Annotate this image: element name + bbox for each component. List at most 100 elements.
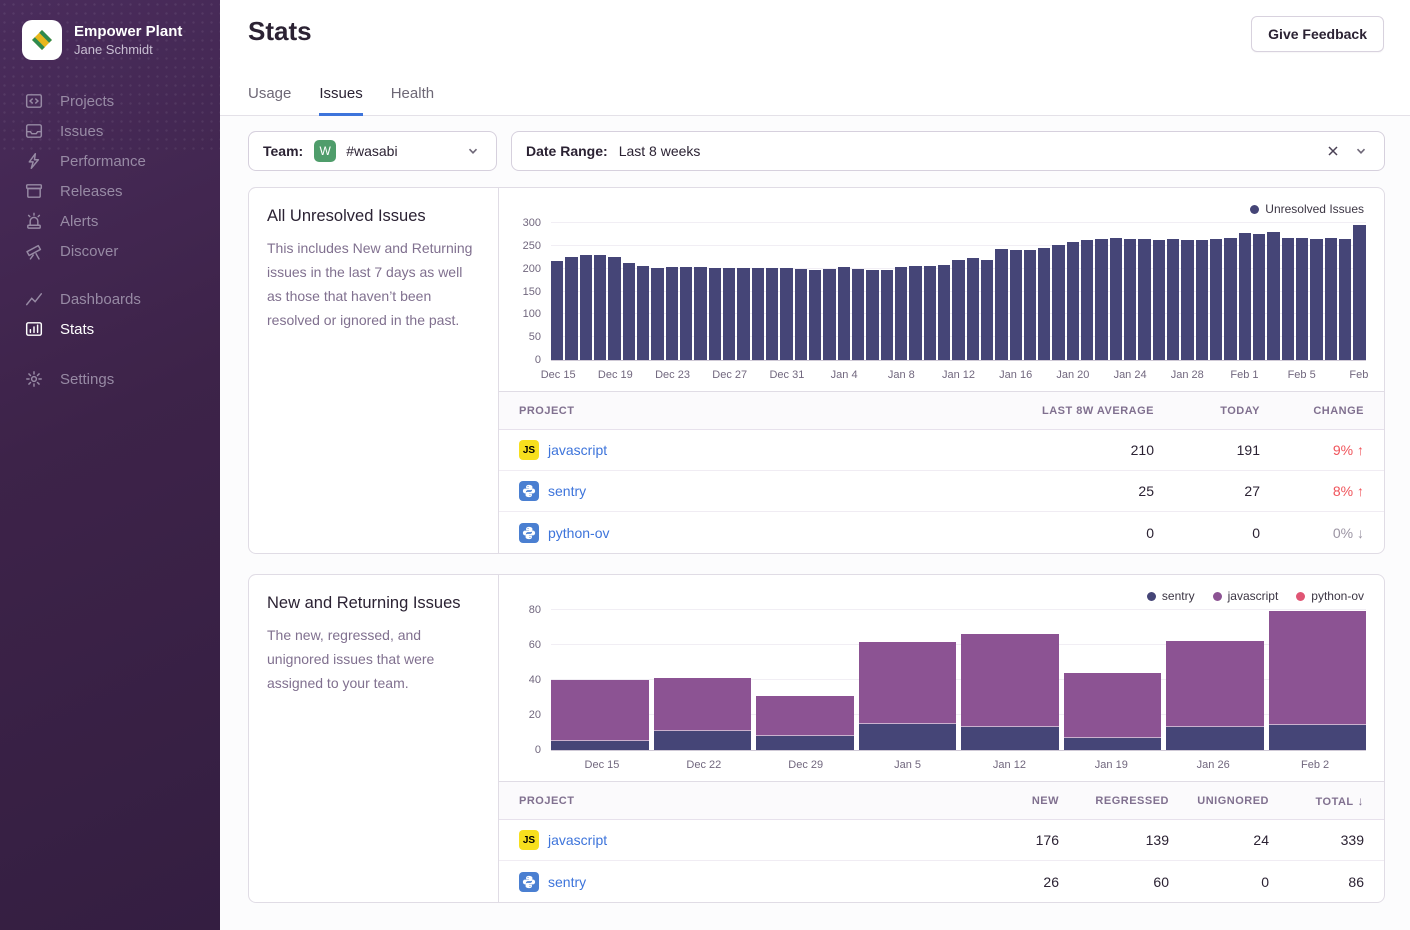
project-link[interactable]: sentry [548, 874, 586, 890]
team-filter[interactable]: Team: W #wasabi [248, 131, 497, 171]
python-logo-icon [522, 484, 536, 498]
legend-item-javascript[interactable]: javascript [1213, 589, 1279, 603]
sidebar-item-performance[interactable]: Performance [0, 146, 220, 176]
bar [1353, 225, 1365, 360]
bar [981, 260, 993, 360]
tab-bar: Usage Issues Health [248, 85, 434, 116]
value-cell: 24 [1169, 832, 1269, 848]
y-axis-tick: 40 [501, 674, 541, 686]
x-axis-tick: Jan 12 [993, 759, 1026, 771]
column-header-today: TODAY [1154, 405, 1260, 417]
panel-description-column: All Unresolved Issues This includes New … [249, 188, 499, 553]
column-header-unignored[interactable]: UNIGNORED [1169, 795, 1269, 807]
sidebar-item-releases[interactable]: Releases [0, 176, 220, 206]
chart-legend: Unresolved Issues [509, 198, 1366, 220]
x-axis-tick: Feb 5 [1288, 369, 1316, 381]
project-link[interactable]: sentry [548, 483, 586, 499]
column-header-project[interactable]: PROJECT [519, 795, 909, 807]
stacked-bar [961, 634, 1059, 750]
project-link[interactable]: javascript [548, 442, 607, 458]
panel-new-returning-issues: New and Returning Issues The new, regres… [248, 574, 1385, 903]
project-cell: sentry [519, 481, 954, 501]
column-header-last-8w-average: LAST 8W AVERAGE [954, 405, 1154, 417]
bar-segment-javascript [756, 696, 854, 736]
value-cell: 210 [954, 442, 1154, 458]
column-header-total[interactable]: TOTAL ↓ [1269, 794, 1364, 808]
python-icon [519, 481, 539, 501]
new-returning-issues-chart: sentryjavascriptpython-ov020406080Dec 15… [499, 575, 1384, 781]
y-axis-tick: 50 [501, 331, 541, 343]
gridline: 300 [551, 222, 1366, 223]
stacked-bar [654, 678, 752, 750]
bar [795, 269, 807, 360]
x-axis-tick: Dec 31 [769, 369, 804, 381]
discover-icon [25, 242, 43, 260]
team-filter-value: #wasabi [346, 143, 397, 159]
project-link[interactable]: python-ov [548, 525, 609, 541]
sidebar-item-projects[interactable]: Projects [0, 86, 220, 116]
x-axis-tick: Jan 26 [1197, 759, 1230, 771]
sidebar-item-dashboards[interactable]: Dashboards [0, 284, 220, 314]
stacked-bar [859, 642, 957, 750]
tab-health[interactable]: Health [391, 85, 434, 116]
bar [995, 249, 1007, 360]
column-header-project: PROJECT [519, 405, 954, 417]
app-root: Empower Plant Jane Schmidt ProjectsIssue… [0, 0, 1410, 930]
bar [1124, 239, 1136, 360]
sidebar-item-discover[interactable]: Discover [0, 236, 220, 266]
x-axis: Dec 15Dec 19Dec 23Dec 27Dec 31Jan 4Jan 8… [551, 361, 1366, 391]
legend-item-sentry[interactable]: sentry [1147, 589, 1195, 603]
y-axis-tick: 0 [501, 354, 541, 366]
filter-bar: Team: W #wasabi Date Range: Last 8 weeks [248, 131, 1385, 171]
sidebar-item-stats[interactable]: Stats [0, 314, 220, 344]
bar [752, 268, 764, 360]
legend-label: python-ov [1311, 589, 1364, 603]
bar [666, 267, 678, 360]
sidebar-item-settings[interactable]: Settings [0, 364, 220, 394]
legend-item-python-ov[interactable]: python-ov [1296, 589, 1364, 603]
sidebar-item-label: Performance [60, 153, 146, 170]
org-switcher[interactable]: Empower Plant Jane Schmidt [0, 0, 220, 60]
stacked-bar [551, 680, 649, 750]
x-axis-tick: Jan 28 [1171, 369, 1204, 381]
give-feedback-button[interactable]: Give Feedback [1251, 16, 1384, 52]
dashboards-icon [25, 290, 43, 308]
page-title: Stats [248, 16, 312, 47]
value-cell: 139 [1059, 832, 1169, 848]
bar [895, 267, 907, 360]
bar-segment-javascript [1064, 673, 1162, 738]
performance-icon [25, 152, 43, 170]
clear-date-icon[interactable] [1324, 142, 1342, 160]
bar [1038, 248, 1050, 360]
table-row-sentry: sentry25278% ↑ [499, 471, 1384, 512]
new-returning-issues-table: PROJECTNEWREGRESSEDUNIGNOREDTOTAL ↓ JSjav… [499, 781, 1384, 902]
sidebar-item-alerts[interactable]: Alerts [0, 206, 220, 236]
x-axis-tick: Feb [1349, 369, 1368, 381]
python-logo-icon [522, 875, 536, 889]
tab-usage[interactable]: Usage [248, 85, 291, 116]
value-cell: 0 [1169, 874, 1269, 890]
project-cell: JS javascript [519, 440, 954, 460]
legend-dot-icon [1147, 592, 1156, 601]
project-link[interactable]: javascript [548, 832, 607, 848]
tab-issues[interactable]: Issues [319, 85, 362, 116]
date-range-filter[interactable]: Date Range: Last 8 weeks [511, 131, 1385, 171]
column-header-new[interactable]: NEW [909, 795, 1059, 807]
x-axis-tick: Jan 16 [999, 369, 1032, 381]
x-axis-tick: Jan 20 [1056, 369, 1089, 381]
unresolved-issues-table: PROJECTLAST 8W AVERAGETODAYCHANGEJSjavas… [499, 391, 1384, 553]
bar [651, 268, 663, 360]
sidebar-group: DashboardsStats [0, 284, 220, 344]
js-icon: JS [519, 440, 539, 460]
legend-item-unresolved-issues[interactable]: Unresolved Issues [1250, 202, 1364, 216]
column-header-regressed[interactable]: REGRESSED [1059, 795, 1169, 807]
x-axis-tick: Jan 19 [1095, 759, 1128, 771]
sidebar-item-issues[interactable]: Issues [0, 116, 220, 146]
bar [1325, 238, 1337, 360]
alerts-icon [25, 212, 43, 230]
sidebar-item-label: Discover [60, 243, 118, 260]
bar-segment-sentry [1166, 727, 1264, 750]
bar [1081, 240, 1093, 360]
table-row-javascript: JSjavascript17613924339 [499, 820, 1384, 861]
python-icon [519, 872, 539, 892]
